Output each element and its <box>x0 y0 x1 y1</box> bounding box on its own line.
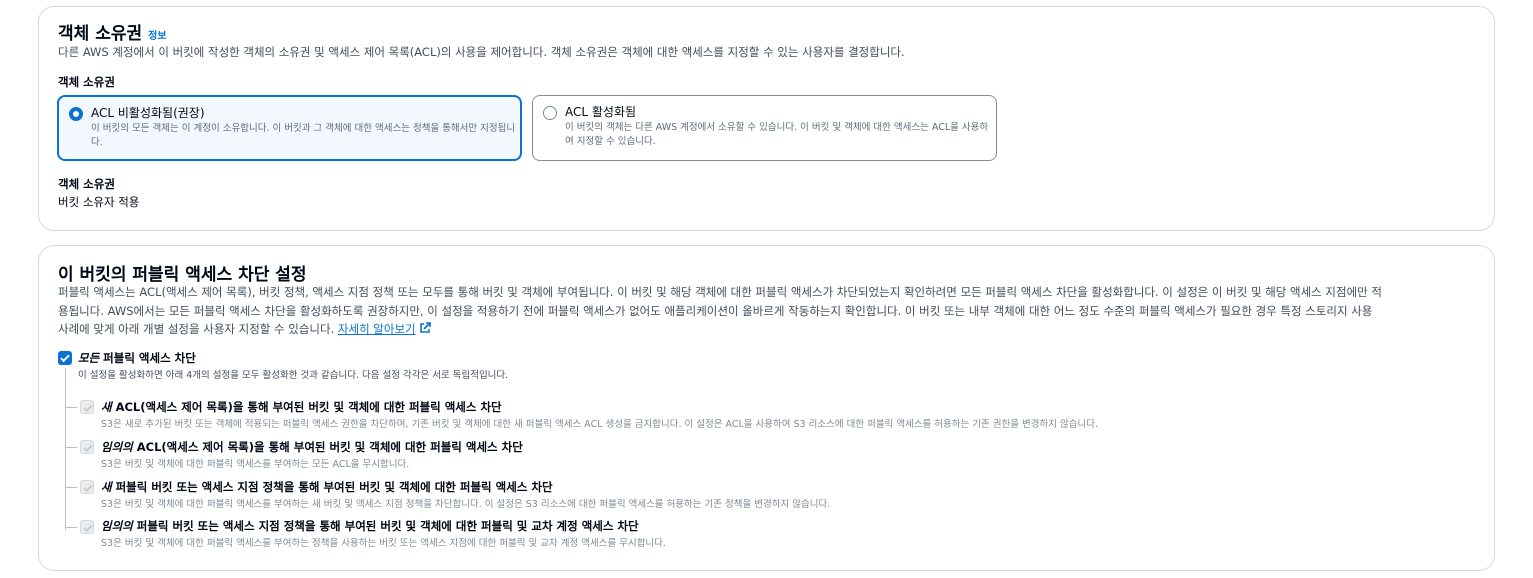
tree-branch <box>65 487 77 488</box>
block-new-policy-title: 새 퍼블릭 버킷 또는 액세스 지점 정책을 통해 부여된 버킷 및 객체에 대… <box>101 479 553 495</box>
checkmark-icon <box>83 404 93 413</box>
heading-text: 객체 소유권 <box>58 24 143 44</box>
checkmark-icon <box>83 444 93 453</box>
block-all-title-em: 모든 <box>78 351 100 365</box>
block-public-access-heading: 이 버킷의 퍼블릭 액세스 차단 설정 <box>58 265 307 285</box>
object-ownership-description: 다른 AWS 계정에서 이 버킷에 작성한 객체의 소유권 및 액세스 제어 목… <box>58 45 905 59</box>
title-rest: ACL(액세스 제어 목록)을 통해 부여된 버킷 및 객체에 대한 퍼블릭 액… <box>111 400 502 414</box>
block-any-policy-title: 임의의 퍼블릭 버킷 또는 액세스 지점 정책을 통해 부여된 버킷 및 객체에… <box>101 518 639 534</box>
block-new-acl-description: S3은 새로 추가된 버킷 또는 객체에 적용되는 퍼블릭 액세스 권한을 차단… <box>101 419 1098 430</box>
block-public-access-panel: 이 버킷의 퍼블릭 액세스 차단 설정 퍼블릭 액세스는 ACL(액세스 제어 … <box>38 245 1495 571</box>
radio-unselected-icon[interactable] <box>543 106 557 120</box>
block-all-title: 모든 퍼블릭 액세스 차단 <box>78 350 196 366</box>
block-public-access-description-2: 용됩니다. AWS에서는 모든 퍼블릭 액세스 차단을 활성화하도록 권장하지만… <box>58 304 1373 318</box>
object-ownership-panel: 객체 소유권 정보 다른 AWS 계정에서 이 버킷에 작성한 객체의 소유권 및… <box>38 6 1495 231</box>
block-public-access-description-1: 퍼블릭 액세스는 ACL(액세스 제어 목록), 버킷 정책, 액세스 지점 정… <box>58 285 1382 299</box>
learn-more-text: 자세히 알아보기 <box>337 322 416 336</box>
object-ownership-heading: 객체 소유권 정보 <box>58 19 167 44</box>
title-em: 임의의 <box>101 519 133 533</box>
object-ownership-result-value: 버킷 소유자 적용 <box>58 195 140 209</box>
learn-more-link[interactable]: 자세히 알아보기 <box>338 322 416 336</box>
block-any-acl-title: 임의의 ACL(액세스 제어 목록)을 통해 부여된 버킷 및 객체에 대한 퍼… <box>101 439 523 455</box>
title-em: 임의의 <box>101 440 133 454</box>
block-all-title-rest: 퍼블릭 액세스 차단 <box>99 351 196 365</box>
description-3-text: 사례에 맞게 아래 개별 설정을 사용자 지정할 수 있습니다. <box>58 322 335 336</box>
object-ownership-result-label: 객체 소유권 <box>58 177 115 191</box>
block-any-policy-description: S3은 버킷 및 객체에 대한 퍼블릭 액세스를 부여하는 정책을 사용하는 버… <box>101 538 666 549</box>
tree-branch <box>65 527 77 528</box>
block-new-policy-checkbox[interactable] <box>80 480 94 494</box>
checkmark-icon <box>60 354 70 363</box>
title-em: 새 <box>101 480 112 494</box>
acl-enabled-title: ACL 활성화됨 <box>565 105 637 119</box>
radio-selected-icon[interactable] <box>69 107 83 121</box>
object-ownership-field-label: 객체 소유권 <box>58 75 115 89</box>
tree-connector <box>65 368 66 530</box>
block-new-acl-checkbox[interactable] <box>80 400 94 414</box>
acl-disabled-description: 이 버킷의 모든 객체는 이 계정이 소유합니다. 이 버킷과 그 객체에 대한… <box>91 123 516 148</box>
checkmark-icon <box>83 524 93 533</box>
title-rest: ACL(액세스 제어 목록)을 통해 부여된 버킷 및 객체에 대한 퍼블릭 액… <box>132 440 523 454</box>
block-any-policy-checkbox[interactable] <box>80 520 94 534</box>
tree-branch <box>65 447 77 448</box>
block-all-description: 이 설정을 활성화하면 아래 4개의 설정을 모두 활성화한 것과 같습니다. … <box>78 370 509 381</box>
block-new-policy-description: S3은 버킷 및 객체에 대한 퍼블릭 액세스를 부여하는 새 버킷 및 액세스… <box>101 499 831 510</box>
title-em: 새 <box>101 400 112 414</box>
acl-disabled-title: ACL 비활성화됨(권장) <box>91 106 205 120</box>
block-all-checkbox[interactable] <box>58 351 72 365</box>
info-link[interactable]: 정보 <box>148 31 166 42</box>
acl-disabled-option[interactable]: ACL 비활성화됨(권장) 이 버킷의 모든 객체는 이 계정이 소유합니다. … <box>57 95 522 161</box>
tree-branch <box>65 407 77 408</box>
title-rest: 퍼블릭 버킷 또는 액세스 지점 정책을 통해 부여된 버킷 및 객체에 대한 … <box>111 480 553 494</box>
acl-enabled-option[interactable]: ACL 활성화됨 이 버킷의 객체는 다른 AWS 계정에서 소유할 수 있습니… <box>532 95 997 161</box>
block-new-acl-title: 새 ACL(액세스 제어 목록)을 통해 부여된 버킷 및 객체에 대한 퍼블릭… <box>101 399 502 415</box>
acl-enabled-description: 이 버킷의 객체는 다른 AWS 계정에서 소유할 수 있습니다. 이 버킷 및… <box>565 122 989 147</box>
checkmark-icon <box>83 484 93 493</box>
title-rest: 퍼블릭 버킷 또는 액세스 지점 정책을 통해 부여된 버킷 및 객체에 대한 … <box>132 519 639 533</box>
external-link-icon <box>420 322 432 333</box>
block-any-acl-description: S3은 버킷 및 객체에 대한 퍼블릭 액세스를 부여하는 모든 ACL을 무시… <box>101 459 410 470</box>
block-public-access-description-3: 사례에 맞게 아래 개별 설정을 사용자 지정할 수 있습니다. 자세히 알아보… <box>58 320 432 339</box>
block-any-acl-checkbox[interactable] <box>80 440 94 454</box>
